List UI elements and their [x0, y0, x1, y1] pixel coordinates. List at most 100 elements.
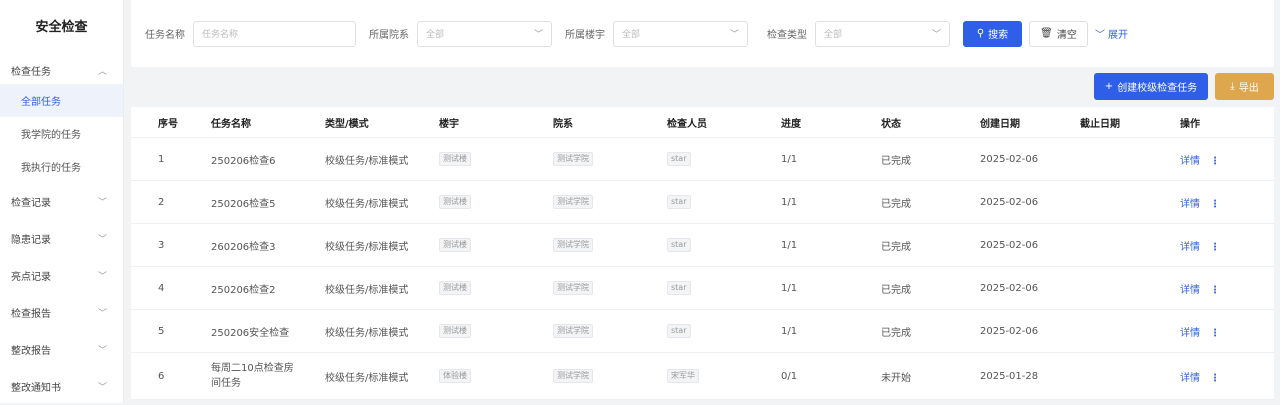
menu-group-label: 隐患记录	[11, 235, 51, 246]
chevron-down-icon: ﹀	[729, 30, 739, 40]
type-select-value: 全部	[824, 30, 843, 40]
main-content: 任务名称 任务名称 所属院系 全部 ﹀ 所属楼宇 全部 ﹀ 检查类型 全部 ﹀ …	[131, 0, 1274, 400]
menu-group-highlights[interactable]: 亮点记录 ﹀	[0, 257, 123, 294]
trash-icon: 🗑	[1040, 28, 1053, 39]
cell-inspector: star	[667, 195, 781, 209]
college-select[interactable]: 全部 ﹀	[417, 20, 552, 47]
inspector-tag: star	[667, 152, 691, 166]
cell-created: 2025-02-06	[980, 196, 1039, 208]
search-button[interactable]: ⚲ 搜索	[963, 20, 1022, 47]
menu-group-rectify-reports[interactable]: 整改报告 ﹀	[0, 331, 123, 368]
menu-group-rectify-notices[interactable]: 整改通知书 ﹀	[0, 368, 123, 405]
cell-building: 测试楼	[439, 281, 553, 295]
cell-progress: 1/1	[781, 153, 798, 165]
menu-group-inspection-task[interactable]: 检查任务 ︿	[0, 56, 123, 84]
more-icon[interactable]: ⋮	[1210, 156, 1220, 167]
menu-group-reports[interactable]: 检查报告 ﹀	[0, 294, 123, 331]
cell-status: 已完成	[881, 284, 911, 296]
cell-no: 2	[158, 196, 165, 208]
menu-item-my-college-tasks[interactable]: 我学院的任务	[0, 117, 123, 150]
building-tag: 测试楼	[439, 324, 471, 338]
menu-group-records[interactable]: 检查记录 ﹀	[0, 183, 123, 220]
table-row: 4 250206检查2 校级任务/标准模式 测试楼 测试学院 star 1/1 …	[131, 267, 1274, 310]
cell-progress: 0/1	[781, 370, 798, 382]
header-cell: 序号	[158, 118, 178, 130]
filter-bar: 任务名称 任务名称 所属院系 全部 ﹀ 所属楼宇 全部 ﹀ 检查类型 全部 ﹀ …	[131, 0, 1274, 67]
building-tag: 测试楼	[439, 152, 471, 166]
expand-label: 展开	[1108, 30, 1128, 41]
table-row: 1 250206检查6 校级任务/标准模式 测试楼 测试学院 star 1/1 …	[131, 138, 1274, 181]
clear-button[interactable]: 🗑 清空	[1029, 20, 1088, 47]
cell-created: 2025-02-06	[980, 325, 1039, 337]
cell-status: 未开始	[881, 372, 911, 384]
cell-type: 校级任务/标准模式	[325, 284, 409, 296]
sidebar: 安全检查 检查任务 ︿ 全部任务 我学院的任务 我执行的任务 检查记录 ﹀ 隐患记…	[0, 0, 124, 403]
building-select[interactable]: 全部 ﹀	[613, 20, 748, 47]
cell-name: 250206安全检查	[211, 327, 290, 339]
cell-status: 已完成	[881, 198, 911, 210]
header-cell: 截止日期	[1080, 118, 1120, 130]
more-icon[interactable]: ⋮	[1210, 285, 1220, 296]
cell-inspector: star	[667, 238, 781, 252]
cell-name: 250206检查6	[211, 155, 276, 167]
building-select-value: 全部	[622, 30, 641, 40]
chevron-up-icon: ︿	[97, 66, 107, 77]
cell-name: 每周二10点检查房间任务	[211, 361, 325, 391]
building-tag: 体验楼	[439, 369, 471, 383]
cell-college: 测试学院	[553, 369, 667, 383]
cell-no: 1	[158, 153, 165, 165]
menu-group-hazards[interactable]: 隐患记录 ﹀	[0, 220, 123, 257]
cell-type: 校级任务/标准模式	[325, 198, 409, 210]
cell-progress: 1/1	[781, 282, 798, 294]
cell-inspector: star	[667, 152, 781, 166]
building-label: 所属楼宇	[565, 30, 605, 41]
detail-link[interactable]: 详情	[1180, 242, 1200, 253]
cell-created: 2025-02-06	[980, 153, 1039, 165]
menu-item-all-tasks[interactable]: 全部任务	[0, 84, 123, 117]
college-tag: 测试学院	[553, 195, 593, 209]
menu-group-label: 亮点记录	[11, 272, 51, 283]
chevron-down-icon: ﹀	[97, 198, 107, 208]
menu-item-my-executed-tasks[interactable]: 我执行的任务	[0, 150, 123, 183]
chevron-down-icon: ﹀	[97, 309, 107, 319]
detail-link[interactable]: 详情	[1180, 373, 1200, 384]
detail-link[interactable]: 详情	[1180, 156, 1200, 167]
header-cell: 检查人员	[667, 118, 707, 130]
more-icon[interactable]: ⋮	[1210, 373, 1220, 384]
detail-link[interactable]: 详情	[1180, 199, 1200, 210]
export-label: 导出	[1238, 83, 1259, 94]
cell-name: 250206检查2	[211, 284, 276, 296]
table-actions: + 创建校级检查任务 ⤓ 导出	[1094, 73, 1274, 100]
more-icon[interactable]: ⋮	[1210, 242, 1220, 253]
table-row: 5 250206安全检查 校级任务/标准模式 测试楼 测试学院 star 1/1…	[131, 310, 1274, 353]
table-row: 3 260206检查3 校级任务/标准模式 测试楼 测试学院 star 1/1 …	[131, 224, 1274, 267]
export-button[interactable]: ⤓ 导出	[1215, 73, 1274, 100]
app-title: 安全检查	[35, 20, 88, 35]
header-cell: 楼宇	[439, 118, 459, 130]
college-tag: 测试学院	[553, 369, 593, 383]
cell-college: 测试学院	[553, 195, 667, 209]
cell-actions: 详情 ⋮	[1180, 238, 1260, 253]
task-name-input[interactable]: 任务名称	[193, 20, 356, 47]
cell-no: 6	[158, 370, 165, 382]
detail-link[interactable]: 详情	[1180, 328, 1200, 339]
cell-progress: 1/1	[781, 196, 798, 208]
chevron-down-icon: ﹀	[97, 272, 107, 282]
plus-icon: +	[1104, 81, 1114, 92]
type-label: 检查类型	[767, 30, 807, 41]
header-cell: 类型/模式	[325, 118, 369, 130]
more-icon[interactable]: ⋮	[1210, 328, 1220, 339]
type-select[interactable]: 全部 ﹀	[815, 20, 950, 47]
expand-toggle[interactable]: ﹀ 展开	[1095, 26, 1128, 41]
create-task-label: 创建校级检查任务	[1117, 83, 1198, 94]
cell-name: 250206检查5	[211, 198, 276, 210]
cell-created: 2025-02-06	[980, 282, 1039, 294]
header-cell: 创建日期	[980, 118, 1020, 130]
create-task-button[interactable]: + 创建校级检查任务	[1094, 73, 1208, 100]
header-cell: 操作	[1180, 118, 1200, 130]
detail-link[interactable]: 详情	[1180, 285, 1200, 296]
cell-no: 5	[158, 325, 165, 337]
more-icon[interactable]: ⋮	[1210, 199, 1220, 210]
cell-status: 已完成	[881, 327, 911, 339]
chevron-down-icon: ﹀	[931, 30, 941, 40]
